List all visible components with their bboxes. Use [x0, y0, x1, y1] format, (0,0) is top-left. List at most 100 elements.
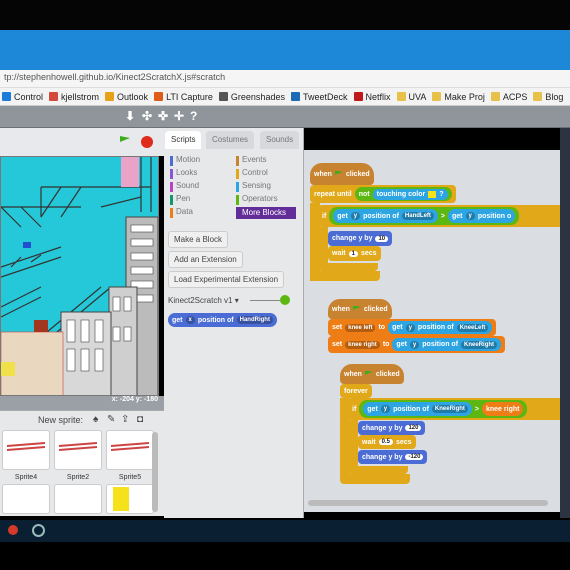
- bookmark-item[interactable]: Blog: [533, 92, 563, 102]
- not-block[interactable]: not touching color?: [354, 187, 452, 201]
- load-experimental-button[interactable]: Load Experimental Extension: [168, 271, 285, 288]
- horizontal-scrollbar[interactable]: [308, 500, 548, 506]
- change-y-block[interactable]: change y by 10: [328, 231, 393, 246]
- greater-than-block[interactable]: get y position of KneeRight > knee right: [359, 400, 528, 418]
- part-dropdown[interactable]: HandLeft: [401, 212, 434, 220]
- bookmark-item[interactable]: TweetDeck: [290, 92, 348, 102]
- category-operators[interactable]: Operators: [236, 194, 278, 206]
- forever-block[interactable]: forever: [340, 384, 372, 398]
- get-position-reporter[interactable]: get y position of KneeRight: [363, 402, 472, 416]
- repeat-until-block[interactable]: repeat until not touching color?: [310, 185, 456, 203]
- sprite-thumb[interactable]: Sprite5: [106, 430, 154, 481]
- axis-dropdown[interactable]: y: [465, 212, 475, 220]
- axis-dropdown[interactable]: y: [409, 340, 420, 349]
- extension-name[interactable]: Kinect2Scratch v1 ▾: [168, 296, 239, 305]
- wait-block[interactable]: wait 0.5 secs: [358, 435, 416, 449]
- app-icon[interactable]: [8, 525, 18, 535]
- get-position-reporter[interactable]: get y position of KneeRight: [392, 338, 502, 351]
- bookmark-item[interactable]: UVA: [396, 92, 426, 102]
- delete-icon[interactable]: ✣: [142, 109, 152, 123]
- bookmark-item[interactable]: Make Proj: [432, 92, 485, 102]
- get-position-reporter[interactable]: get y position o: [448, 209, 516, 223]
- green-flag-icon[interactable]: [120, 136, 130, 148]
- bookmark-item[interactable]: LTI Capture: [154, 92, 213, 102]
- variable-dropdown[interactable]: knee left: [345, 323, 376, 332]
- bookmark-item[interactable]: ACPS: [490, 92, 527, 102]
- touching-color-block[interactable]: touching color?: [372, 188, 448, 200]
- if-end: [318, 263, 378, 271]
- bookmark-label: Netflix: [365, 91, 391, 102]
- axis-dropdown[interactable]: y: [405, 323, 415, 332]
- color-swatch[interactable]: [428, 190, 437, 198]
- address-bar[interactable]: tp://stephenhowell.github.io/Kinect2Scra…: [0, 70, 570, 88]
- get-position-reporter[interactable]: get x position of HandRight: [168, 313, 277, 327]
- change-y-block[interactable]: change y by -120: [358, 450, 428, 464]
- category-sound[interactable]: Sound: [170, 181, 199, 193]
- help-icon[interactable]: ?: [190, 109, 197, 123]
- get-position-reporter[interactable]: get y position of KneeLeft: [388, 321, 493, 334]
- tab-costumes[interactable]: Costumes: [206, 131, 255, 149]
- value-input[interactable]: 0.5: [378, 439, 393, 445]
- part-dropdown[interactable]: KneeRight: [461, 340, 498, 349]
- bookmark-item[interactable]: Greenshades: [218, 92, 285, 102]
- camera-icon[interactable]: ◘: [137, 414, 143, 425]
- reporter-part-dropdown[interactable]: HandRight: [236, 316, 273, 324]
- value-input[interactable]: 1: [348, 250, 358, 257]
- axis-dropdown[interactable]: y: [350, 212, 361, 220]
- sprite-thumb[interactable]: [2, 484, 50, 514]
- if-block[interactable]: if get y position of HandLeft > get y positio…: [318, 205, 570, 227]
- sprite-label: Sprite2: [66, 474, 90, 481]
- sprite-library-icon[interactable]: ♠: [93, 414, 98, 425]
- change-y-block[interactable]: change y by 120: [358, 421, 426, 435]
- category-sensing[interactable]: Sensing: [236, 181, 271, 193]
- make-block-button[interactable]: Make a Block: [168, 231, 229, 248]
- sprite-thumb[interactable]: Sprite4: [2, 430, 50, 481]
- variable-dropdown[interactable]: knee right: [345, 340, 380, 349]
- bookmark-item[interactable]: Netflix: [353, 91, 391, 102]
- upload-icon[interactable]: ⇪: [121, 414, 129, 425]
- greater-than-block[interactable]: get y position of HandLeft > get y position o: [329, 207, 520, 225]
- stop-icon[interactable]: [141, 136, 153, 148]
- part-dropdown[interactable]: KneeLeft: [456, 323, 489, 332]
- value-input[interactable]: -120: [405, 454, 424, 460]
- when-flag-clicked-hat[interactable]: when clicked: [340, 364, 404, 384]
- variable-reporter[interactable]: knee right: [482, 402, 524, 416]
- bookmark-item[interactable]: Control: [2, 92, 43, 102]
- sprite-thumb[interactable]: Sprite2: [54, 430, 102, 481]
- axis-dropdown[interactable]: y: [380, 405, 391, 413]
- sprite-thumb[interactable]: [106, 484, 154, 514]
- category-data[interactable]: Data: [170, 207, 193, 219]
- set-variable-block[interactable]: set knee left to get y position of KneeLeft: [328, 319, 497, 336]
- sprite-scrollbar[interactable]: [152, 432, 158, 512]
- app-icon[interactable]: [32, 524, 45, 537]
- sprite-thumb[interactable]: [54, 484, 102, 514]
- category-events[interactable]: Events: [236, 155, 266, 167]
- set-variable-block[interactable]: set knee right to get y position of KneeRight: [328, 336, 506, 353]
- part-dropdown[interactable]: KneeRight: [431, 405, 468, 413]
- if-block[interactable]: if get y position of KneeRight > knee right: [348, 398, 570, 420]
- tab-scripts[interactable]: Scripts: [165, 131, 202, 149]
- reporter-axis-dropdown[interactable]: x: [185, 316, 195, 324]
- duplicate-icon[interactable]: ⬇: [125, 109, 135, 123]
- get-position-reporter[interactable]: get y position of HandLeft: [333, 209, 438, 223]
- paint-icon[interactable]: ✎: [107, 414, 115, 425]
- sprite-label: Sprite5: [118, 474, 142, 481]
- bookmark-item[interactable]: kjellstrom: [49, 92, 99, 102]
- when-flag-clicked-hat[interactable]: when clicked: [328, 299, 392, 319]
- when-flag-clicked-hat[interactable]: when clicked: [310, 163, 374, 185]
- shrink-icon[interactable]: ✛: [174, 109, 184, 123]
- category-looks[interactable]: Looks: [170, 168, 197, 180]
- category-control[interactable]: Control: [236, 168, 268, 180]
- stage-canvas[interactable]: [0, 156, 159, 396]
- add-extension-button[interactable]: Add an Extension: [168, 251, 243, 268]
- value-input[interactable]: 10: [375, 235, 389, 242]
- category-motion[interactable]: Motion: [170, 155, 200, 167]
- tab-sounds[interactable]: Sounds: [260, 131, 300, 149]
- grow-icon[interactable]: ✜: [158, 109, 168, 123]
- category-pen[interactable]: Pen: [170, 194, 190, 206]
- bookmark-item[interactable]: Outlook: [105, 92, 148, 102]
- value-input[interactable]: 120: [405, 425, 422, 431]
- category-more-blocks[interactable]: More Blocks: [236, 207, 296, 219]
- wait-block[interactable]: wait 1 secs: [328, 246, 381, 261]
- block-word: to: [378, 324, 386, 331]
